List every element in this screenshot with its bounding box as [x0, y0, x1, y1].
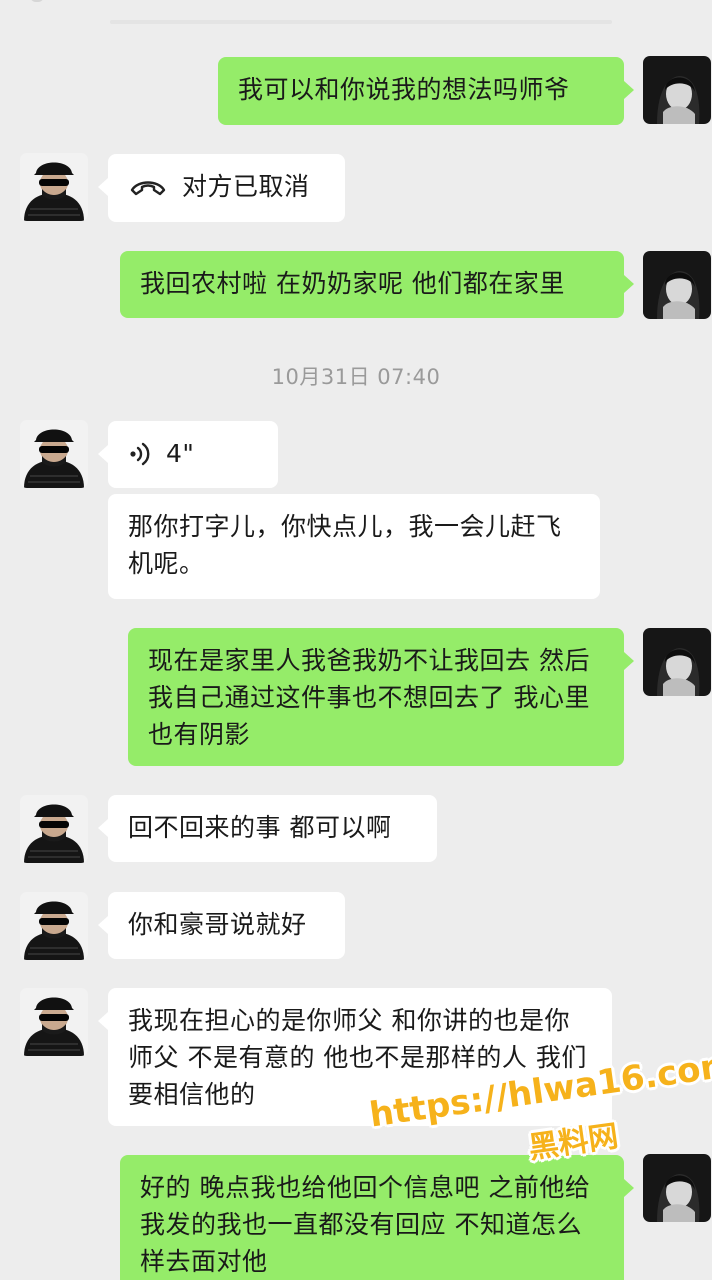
message-text: 好的 晚点我也给他回个信息吧 之前他给我发的我也一直都没有回应 不知道怎么样去面…: [140, 1173, 591, 1276]
avatar-contact[interactable]: [20, 420, 88, 488]
avatar-self-image: [643, 56, 711, 124]
avatar-contact-image: [20, 795, 88, 863]
message-bubble-outgoing[interactable]: 好的 晚点我也给他回个信息吧 之前他给我发的我也一直都没有回应 不知道怎么样去面…: [120, 1155, 634, 1280]
message-bubble-outgoing[interactable]: 现在是家里人我爸我奶不让我回去 然后我自己通过这件事也不想回去了 我心里也有阴影: [128, 628, 634, 766]
avatar-contact-image: [20, 892, 88, 960]
message-text: 我回农村啦 在奶奶家呢 他们都在家里: [140, 269, 565, 298]
avatar-self[interactable]: [643, 251, 711, 319]
avatar-self-image: [643, 628, 711, 696]
message-bubble-incoming[interactable]: 回不回来的事 都可以啊: [98, 795, 437, 862]
call-status-text: 对方已取消: [182, 172, 310, 201]
avatar-self[interactable]: [643, 56, 711, 124]
message-text: 我可以和你说我的想法吗师爷: [238, 75, 570, 104]
avatar-self-image: [643, 251, 711, 319]
avatar-contact-image: [20, 153, 88, 221]
avatar-self-image: [643, 1154, 711, 1222]
message-bubble-incoming[interactable]: 你和豪哥说就好: [98, 892, 345, 959]
avatar-contact[interactable]: [20, 795, 88, 863]
message-bubble-outgoing[interactable]: 我回农村啦 在奶奶家呢 他们都在家里: [120, 251, 634, 318]
message-text: 现在是家里人我爸我奶不让我回去 然后我自己通过这件事也不想回去了 我心里也有阴影: [148, 646, 590, 749]
avatar-contact[interactable]: [20, 892, 88, 960]
voice-wave-icon: [130, 442, 150, 465]
message-text: 你和豪哥说就好: [128, 910, 307, 939]
avatar-self[interactable]: [643, 1154, 711, 1222]
voice-duration: 4": [166, 439, 195, 468]
avatar-contact-image: [20, 988, 88, 1056]
message-bubble-outgoing[interactable]: 我可以和你说我的想法吗师爷: [218, 57, 634, 125]
message-bubble-incoming[interactable]: 那你打字儿，你快点儿，我一会儿赶飞机呢。: [108, 494, 600, 599]
top-divider: [110, 20, 612, 24]
phone-hangup-icon: [130, 180, 166, 195]
avatar-self[interactable]: [643, 628, 711, 696]
message-text: 那你打字儿，你快点儿，我一会儿赶飞机呢。: [128, 512, 562, 578]
message-text: 回不回来的事 都可以啊: [128, 813, 392, 842]
top-edge-fragment: [30, 0, 44, 2]
message-bubble-incoming-call[interactable]: 对方已取消: [98, 154, 345, 222]
avatar-contact[interactable]: [20, 153, 88, 221]
avatar-contact-image: [20, 420, 88, 488]
message-bubble-incoming-voice[interactable]: 4": [98, 421, 278, 488]
chat-timestamp: 10月31日 07:40: [271, 365, 441, 389]
avatar-contact[interactable]: [20, 988, 88, 1056]
